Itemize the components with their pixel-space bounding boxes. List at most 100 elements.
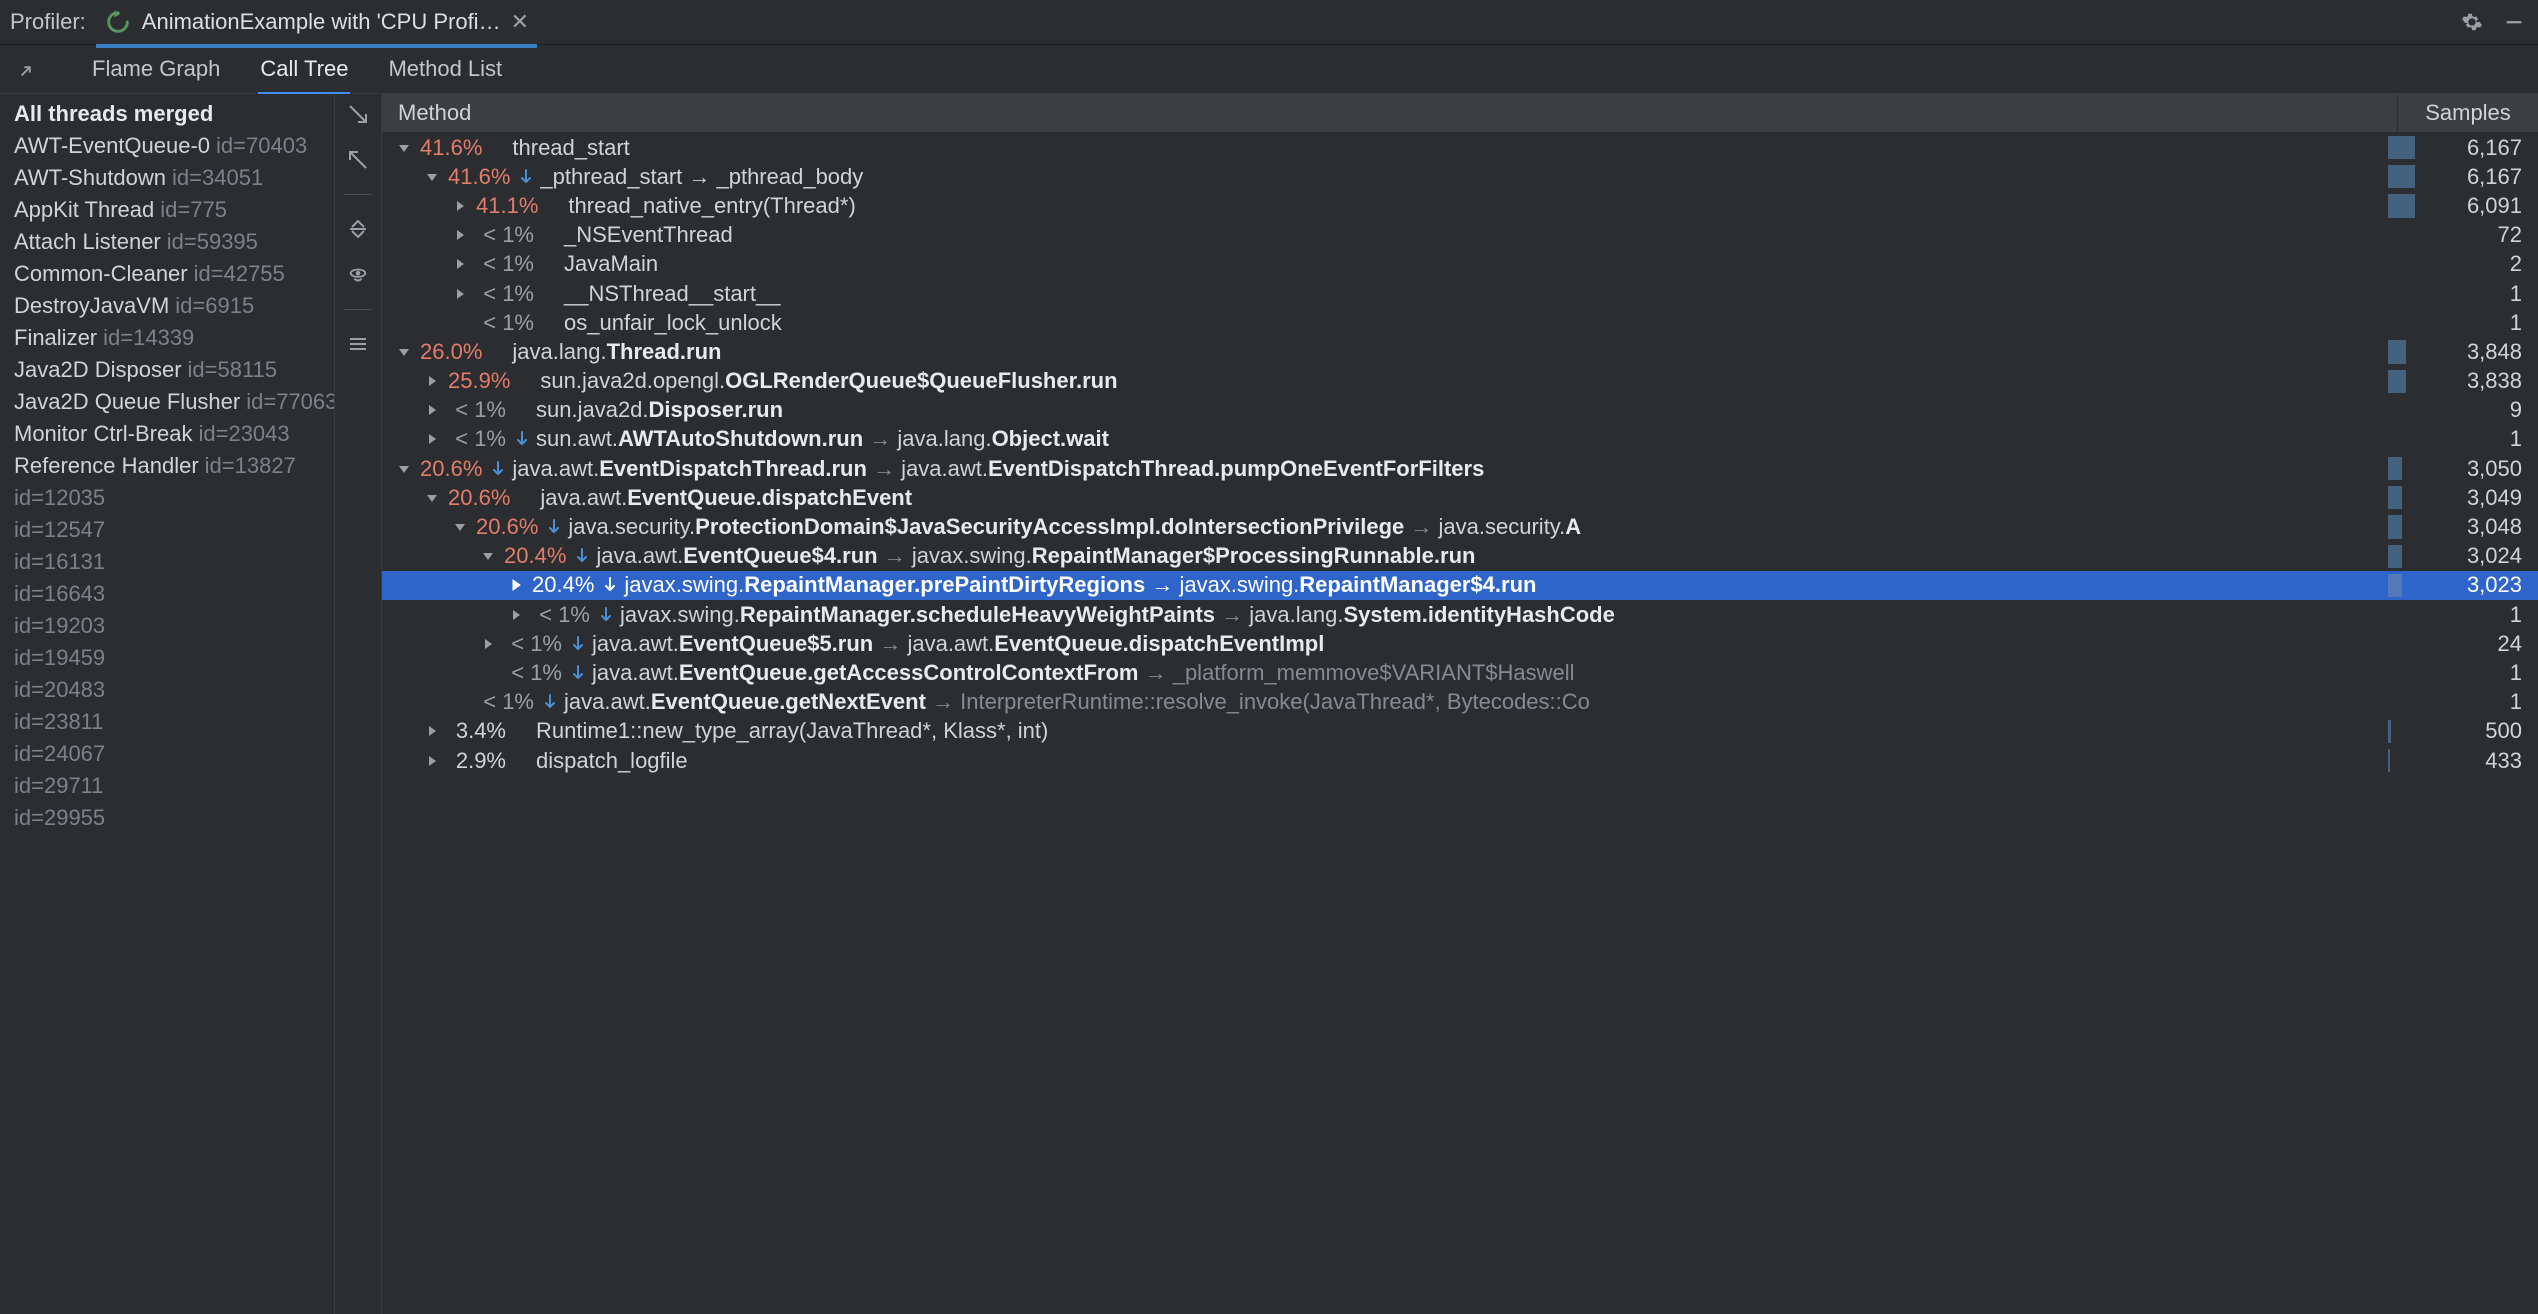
disclosure-icon[interactable] [450,288,470,300]
disclosure-icon[interactable] [506,579,526,591]
thread-item[interactable]: Reference Handlerid=13827 [0,450,334,482]
thread-name: AppKit Thread [14,197,154,223]
thread-item[interactable]: Finalizerid=14339 [0,322,334,354]
col-method[interactable]: Method [382,100,2397,126]
call-tree-row[interactable]: 25.9%sun.java2d.opengl.OGLRenderQueue$Qu… [382,367,2538,396]
call-tree-row[interactable]: < 1%javax.swing.RepaintManager.scheduleH… [382,600,2538,629]
expand-down-icon[interactable] [344,100,372,128]
call-tree-row[interactable]: 41.6%_pthread_start → _pthread_body6,167 [382,162,2538,191]
samples-cell: 72 [2388,221,2528,250]
tab-method-list[interactable]: Method List [386,46,504,92]
call-tree-row[interactable]: 20.6%java.awt.EventDispatchThread.run → … [382,454,2538,483]
thread-item[interactable]: id=12035 [0,482,334,514]
recursive-arrow-icon [488,460,508,478]
tab-call-tree[interactable]: Call Tree [258,46,350,95]
disclosure-icon[interactable] [422,171,442,183]
thread-item[interactable]: id=16131 [0,546,334,578]
thread-item[interactable]: id=29955 [0,802,334,834]
samples-value: 1 [2510,310,2528,336]
thread-item[interactable]: id=23811 [0,706,334,738]
thread-item[interactable]: AWT-Shutdownid=34051 [0,162,334,194]
recursive-arrow-icon [572,547,592,565]
samples-cell: 3,838 [2388,367,2528,396]
thread-item[interactable]: Attach Listenerid=59395 [0,226,334,258]
disclosure-icon[interactable] [478,638,498,650]
disclosure-icon[interactable] [422,725,442,737]
rerun-icon[interactable] [104,8,132,36]
thread-item[interactable]: AppKit Threadid=775 [0,194,334,226]
thread-item[interactable]: id=20483 [0,674,334,706]
thread-item[interactable]: Monitor Ctrl-Breakid=23043 [0,418,334,450]
threads-header[interactable]: All threads merged [0,98,334,130]
call-tree-row[interactable]: 20.4%java.awt.EventQueue$4.run → javax.s… [382,542,2538,571]
collapse-up-icon[interactable] [344,146,372,174]
samples-bar [2388,515,2402,538]
filter-icon[interactable] [344,261,372,289]
thread-item[interactable]: id=29711 [0,770,334,802]
samples-cell: 1 [2388,279,2528,308]
close-tab-icon[interactable]: ✕ [511,9,529,35]
call-tree-row[interactable]: < 1%sun.awt.AWTAutoShutdown.run → java.l… [382,425,2538,454]
disclosure-icon[interactable] [422,492,442,504]
call-tree-row[interactable]: < 1%java.awt.EventQueue.getAccessControl… [382,658,2538,687]
method-signature: java.awt.EventDispatchThread.run → java.… [508,456,2388,482]
thread-item[interactable]: Java2D Disposerid=58115 [0,354,334,386]
percentage: < 1% [470,281,540,307]
call-tree-row[interactable]: 20.6%java.awt.EventQueue.dispatchEvent3,… [382,483,2538,512]
call-tree-row[interactable]: < 1%java.awt.EventQueue$5.run → java.awt… [382,629,2538,658]
samples-value: 500 [2485,718,2528,744]
menu-icon[interactable] [344,330,372,358]
call-tree-row[interactable]: < 1%JavaMain2 [382,250,2538,279]
recursive-arrow-icon [600,576,620,594]
col-samples[interactable]: Samples [2397,94,2538,132]
call-tree-row[interactable]: < 1%os_unfair_lock_unlock1 [382,308,2538,337]
disclosure-icon[interactable] [394,142,414,154]
thread-item[interactable]: id=16643 [0,578,334,610]
call-tree-row[interactable]: 41.1%thread_native_entry(Thread*)6,091 [382,191,2538,220]
call-tree-row[interactable]: 3.4%Runtime1::new_type_array(JavaThread*… [382,717,2538,746]
minimize-icon[interactable] [2500,8,2528,36]
disclosure-icon[interactable] [422,375,442,387]
thread-sidebar[interactable]: All threads merged AWT-EventQueue-0id=70… [0,94,335,1314]
thread-id: id=42755 [188,261,285,287]
call-tree-row[interactable]: < 1% __NSThread__start__1 [382,279,2538,308]
disclosure-icon[interactable] [450,258,470,270]
thread-id: id=16643 [14,581,105,607]
thread-item[interactable]: Common-Cleanerid=42755 [0,258,334,290]
disclosure-icon[interactable] [394,346,414,358]
call-tree-row[interactable]: 26.0%java.lang.Thread.run3,848 [382,337,2538,366]
disclosure-icon[interactable] [478,550,498,562]
call-tree-row[interactable]: < 1%java.awt.EventQueue.getNextEvent → I… [382,688,2538,717]
gear-icon[interactable] [2458,8,2486,36]
thread-item[interactable]: DestroyJavaVMid=6915 [0,290,334,322]
disclosure-icon[interactable] [394,463,414,475]
call-tree-row[interactable]: 20.4%javax.swing.RepaintManager.prePaint… [382,571,2538,600]
thread-item[interactable]: id=19203 [0,610,334,642]
call-tree-row[interactable]: < 1%_NSEventThread72 [382,221,2538,250]
open-in-window-icon[interactable] [14,55,42,83]
thread-item[interactable]: id=24067 [0,738,334,770]
recursive-arrow-icon [596,606,616,624]
method-signature: __NSThread__start__ [560,281,2388,307]
disclosure-icon[interactable] [506,609,526,621]
disclosure-icon[interactable] [450,200,470,212]
call-tree-row[interactable]: 41.6%thread_start6,167 [382,133,2538,162]
thread-item[interactable]: id=12547 [0,514,334,546]
disclosure-icon[interactable] [422,433,442,445]
call-tree-row[interactable]: 2.9%dispatch_logfile433 [382,746,2538,775]
thread-item[interactable]: Java2D Queue Flusherid=77063 [0,386,334,418]
tab-flame-graph[interactable]: Flame Graph [90,46,222,92]
samples-bar [2388,486,2402,509]
call-tree-row[interactable]: < 1%sun.java2d.Disposer.run9 [382,396,2538,425]
profiler-session-tab[interactable]: AnimationExample with 'CPU Profi… ✕ [96,0,537,48]
disclosure-icon[interactable] [422,755,442,767]
call-tree-row[interactable]: 20.6%java.security.ProtectionDomain$Java… [382,512,2538,541]
collapse-all-icon[interactable] [344,215,372,243]
disclosure-icon[interactable] [450,229,470,241]
thread-item[interactable]: id=19459 [0,642,334,674]
tree-header: Method Samples [382,94,2538,133]
disclosure-icon[interactable] [450,521,470,533]
thread-item[interactable]: AWT-EventQueue-0id=70403 [0,130,334,162]
thread-id: id=19203 [14,613,105,639]
disclosure-icon[interactable] [422,404,442,416]
